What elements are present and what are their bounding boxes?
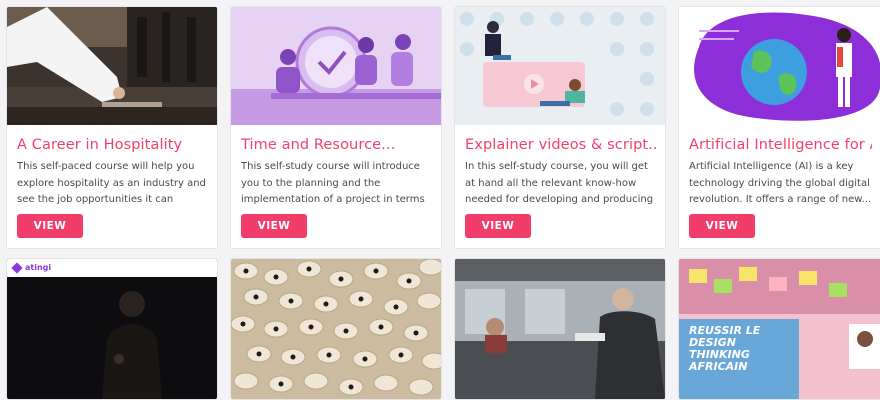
course-card-time-resource[interactable]: Time and Resource... This self-study cou… bbox=[230, 6, 442, 249]
course-thumbnail[interactable] bbox=[7, 7, 217, 125]
course-thumbnail[interactable]: REUSSIR LE DESIGN THINKING AFRICAIN bbox=[679, 259, 880, 399]
course-thumbnail[interactable] bbox=[231, 7, 441, 125]
course-thumbnail[interactable]: atingi bbox=[7, 259, 217, 399]
bank-counter-image bbox=[455, 259, 665, 399]
course-title[interactable]: Explainer videos & script... bbox=[465, 137, 656, 153]
beans-image bbox=[231, 259, 441, 399]
design-thinking-overlay-text: REUSSIR LE DESIGN THINKING AFRICAIN bbox=[689, 324, 761, 373]
course-thumbnail[interactable] bbox=[231, 259, 441, 399]
course-description: This self-paced course will help you exp… bbox=[17, 161, 206, 205]
course-thumbnail[interactable] bbox=[455, 259, 665, 399]
speaker-image bbox=[7, 259, 217, 399]
time-resource-illustration bbox=[231, 7, 441, 125]
course-title[interactable]: Time and Resource... bbox=[241, 137, 432, 153]
course-thumbnail[interactable] bbox=[679, 7, 880, 125]
course-description: In this self-study course, you will get … bbox=[465, 161, 654, 205]
course-card-design-thinking[interactable]: REUSSIR LE DESIGN THINKING AFRICAIN bbox=[678, 258, 880, 400]
atingi-logo: atingi bbox=[25, 263, 52, 272]
course-title[interactable]: A Career in Hospitality bbox=[17, 137, 208, 153]
course-thumbnail[interactable] bbox=[455, 7, 665, 125]
view-button[interactable]: VIEW bbox=[17, 214, 83, 238]
view-button[interactable]: VIEW bbox=[689, 214, 755, 238]
course-title[interactable]: Artificial Intelligence for AI... bbox=[689, 137, 872, 153]
course-card-explainer-videos[interactable]: Explainer videos & script... In this sel… bbox=[454, 6, 666, 249]
course-description: Artificial Intelligence (AI) is a key te… bbox=[689, 161, 872, 205]
course-card-hospitality[interactable]: A Career in Hospitality This self-paced … bbox=[6, 6, 218, 249]
view-button[interactable]: VIEW bbox=[465, 214, 531, 238]
view-button[interactable]: VIEW bbox=[241, 214, 307, 238]
ai-globe-illustration bbox=[679, 7, 880, 125]
course-card-ai-africa[interactable]: Artificial Intelligence for AI... Artifi… bbox=[678, 6, 880, 249]
course-description: This self-study course will introduce yo… bbox=[241, 161, 425, 205]
course-grid: A Career in Hospitality This self-paced … bbox=[0, 0, 880, 400]
course-card-beans[interactable] bbox=[230, 258, 442, 400]
hospitality-image bbox=[7, 7, 217, 125]
course-card-bank-counter[interactable] bbox=[454, 258, 666, 400]
course-card-atingi-video[interactable]: atingi bbox=[6, 258, 218, 400]
explainer-videos-illustration bbox=[455, 7, 665, 125]
